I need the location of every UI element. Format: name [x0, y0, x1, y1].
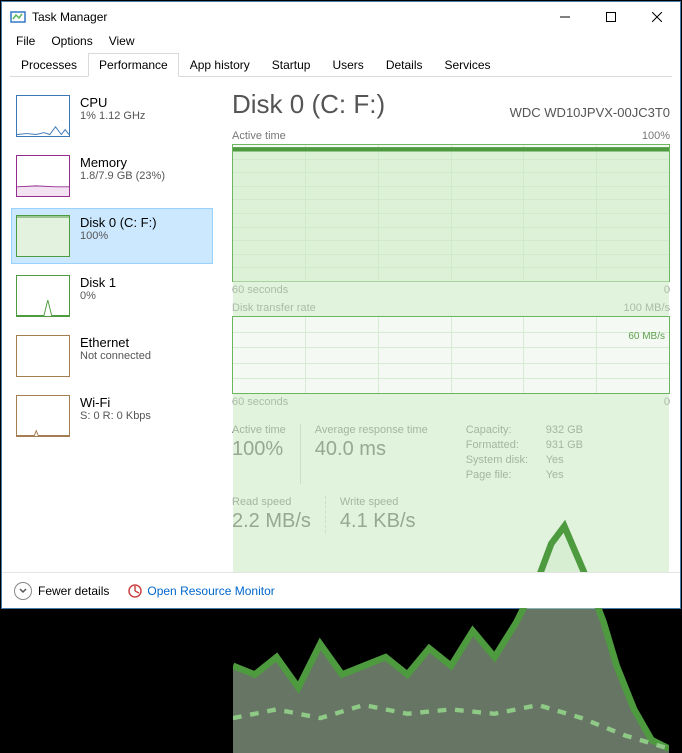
- cpu-thumbnail: [16, 95, 70, 137]
- minimize-button[interactable]: [542, 2, 588, 32]
- active-time-chart[interactable]: [232, 144, 670, 282]
- tab-app-history[interactable]: App history: [179, 53, 261, 77]
- menu-file[interactable]: File: [8, 32, 43, 52]
- wifi-thumbnail: [16, 395, 70, 437]
- window-title: Task Manager: [32, 10, 542, 24]
- tabs: Processes Performance App history Startu…: [10, 52, 672, 77]
- window-controls: [542, 2, 680, 32]
- tab-details[interactable]: Details: [375, 53, 434, 77]
- chart2-data: [233, 317, 669, 753]
- device-model: WDC WD10JPVX-00JC3T0: [510, 105, 670, 120]
- sidebar-item-wifi[interactable]: Wi-FiS: 0 R: 0 Kbps: [12, 389, 212, 443]
- close-button[interactable]: [634, 2, 680, 32]
- memory-thumbnail: [16, 155, 70, 197]
- sidebar-item-cpu[interactable]: CPU1% 1.12 GHz: [12, 89, 212, 143]
- resource-monitor-label: Open Resource Monitor: [147, 584, 274, 598]
- disk0-thumbnail: [16, 215, 70, 257]
- sidebar-wifi-sub: S: 0 R: 0 Kbps: [80, 410, 151, 422]
- tab-services[interactable]: Services: [434, 53, 502, 77]
- open-resource-monitor-link[interactable]: Open Resource Monitor: [127, 583, 274, 599]
- collapse-icon: [14, 582, 32, 600]
- sidebar-disk0-title: Disk 0 (C: F:): [80, 215, 157, 230]
- sidebar-item-disk0[interactable]: Disk 0 (C: F:)100%: [12, 209, 212, 263]
- tab-processes[interactable]: Processes: [10, 53, 88, 77]
- menubar: File Options View: [2, 32, 680, 52]
- sidebar-item-memory[interactable]: Memory1.8/7.9 GB (23%): [12, 149, 212, 203]
- sidebar-ethernet-title: Ethernet: [80, 335, 151, 350]
- main-panel: Disk 0 (C: F:) WDC WD10JPVX-00JC3T0 Acti…: [212, 89, 670, 567]
- sidebar-disk1-title: Disk 1: [80, 275, 116, 290]
- sidebar-wifi-title: Wi-Fi: [80, 395, 151, 410]
- footer: Fewer details Open Resource Monitor: [2, 572, 680, 608]
- app-icon: [10, 9, 26, 25]
- sidebar: CPU1% 1.12 GHz Memory1.8/7.9 GB (23%) Di…: [12, 89, 212, 567]
- sidebar-memory-sub: 1.8/7.9 GB (23%): [80, 170, 165, 182]
- fewer-details-button[interactable]: Fewer details: [14, 582, 109, 600]
- titlebar: Task Manager: [2, 2, 680, 32]
- sidebar-disk0-sub: 100%: [80, 230, 157, 242]
- tab-users[interactable]: Users: [321, 53, 374, 77]
- maximize-button[interactable]: [588, 2, 634, 32]
- tab-performance[interactable]: Performance: [88, 53, 179, 77]
- menu-options[interactable]: Options: [43, 32, 100, 52]
- ethernet-thumbnail: [16, 335, 70, 377]
- sidebar-ethernet-sub: Not connected: [80, 350, 151, 362]
- sidebar-memory-title: Memory: [80, 155, 165, 170]
- sidebar-item-ethernet[interactable]: EthernetNot connected: [12, 329, 212, 383]
- sidebar-cpu-sub: 1% 1.12 GHz: [80, 110, 145, 122]
- sidebar-cpu-title: CPU: [80, 95, 145, 110]
- resource-monitor-icon: [127, 583, 143, 599]
- fewer-details-label: Fewer details: [38, 584, 109, 598]
- disk1-thumbnail: [16, 275, 70, 317]
- menu-view[interactable]: View: [101, 32, 143, 52]
- chart1-label-right: 100%: [642, 130, 670, 142]
- tab-startup[interactable]: Startup: [261, 53, 322, 77]
- page-title: Disk 0 (C: F:): [232, 89, 385, 120]
- sidebar-disk1-sub: 0%: [80, 290, 116, 302]
- content: CPU1% 1.12 GHz Memory1.8/7.9 GB (23%) Di…: [2, 77, 680, 567]
- task-manager-window: Task Manager File Options View Processes…: [1, 1, 681, 609]
- transfer-chart[interactable]: 60 MB/s: [232, 316, 670, 394]
- sidebar-item-disk1[interactable]: Disk 10%: [12, 269, 212, 323]
- chart1-label-left: Active time: [232, 130, 286, 142]
